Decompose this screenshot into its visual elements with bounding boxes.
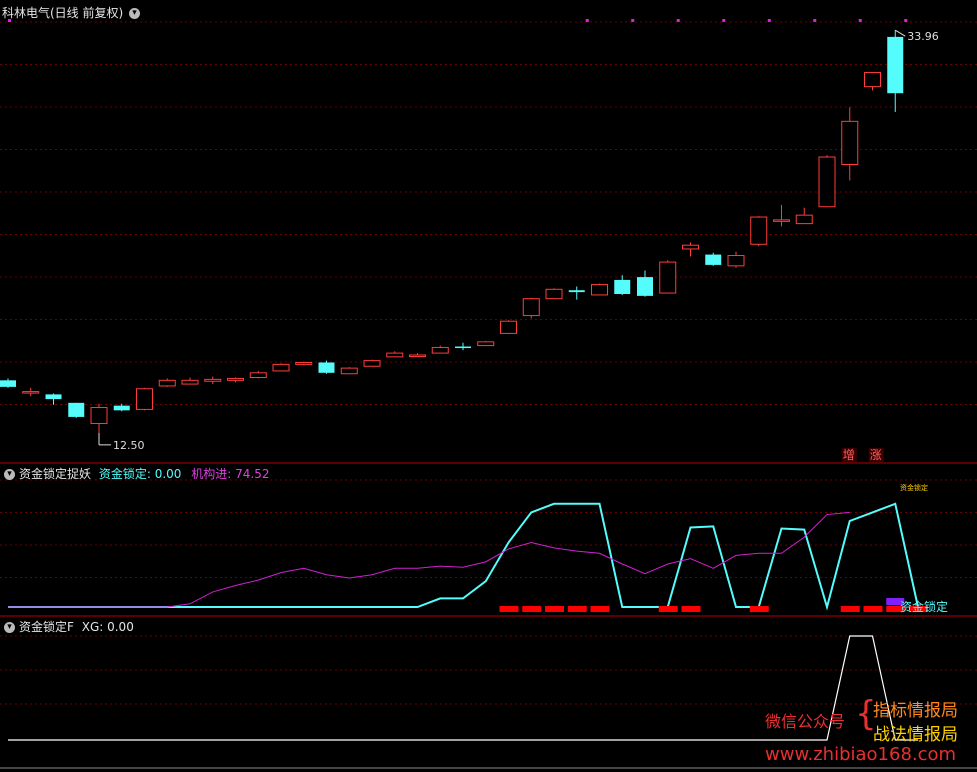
signal-dot [631,19,635,22]
candle-body-up [158,379,176,387]
candle-body-up [363,360,381,367]
signal-bar-red [749,606,769,612]
watermark-wechat: 微信公众号 [765,712,846,731]
candle-body-up [386,352,404,358]
candle-body-down [318,362,335,373]
watermark-line2: 战法情报局 [873,725,958,745]
candle-body-down [568,290,585,293]
stock-chart[interactable]: 33.9612.50增 涨资金锁定资金锁定 [0,0,977,772]
panel-menu-icon[interactable]: ▾ [129,8,141,19]
candle-body-up [249,372,267,379]
candle-body-down [614,279,631,294]
signal-bar-red [658,606,678,612]
lock-value-label: 资金锁定: 0.00 [98,467,182,481]
candle-body-up [841,120,859,166]
signal-bar-red [863,606,883,612]
signal-label: 涨 [870,447,882,462]
watermark-line1: 指标情报局 [873,701,958,721]
watermark-url: www.zhibiao168.com [765,744,957,765]
signal-dot [722,19,726,22]
candle-body-down [68,402,85,417]
candle-body-up [659,261,677,294]
candle-body-up [409,354,426,357]
indicator1-menu-icon[interactable]: ▾ [4,469,15,480]
indicator1-series-lock [8,502,919,611]
xg-value-label: XG: 0.00 [81,620,134,634]
candle-body-down [887,36,904,94]
signal-bar-red [840,606,860,612]
signal-dot [585,19,589,22]
signal-dot [676,19,680,22]
signal-bar-red [499,606,519,612]
signal-bar-red [681,606,701,612]
high-price-label: 33.96 [907,30,939,43]
candle-body-down [455,346,471,349]
candle-body-up [22,391,40,394]
candle-body-up [295,361,313,365]
signal-dot [767,19,771,22]
signal-dot [813,19,817,22]
candle-body-up [591,284,608,296]
signal-bar-red [590,606,610,612]
candle-body-up [522,298,540,317]
candle-body-up [136,388,153,410]
candle-body-up [864,72,881,88]
candle-body-up [545,288,563,300]
candle-body-up [90,407,108,424]
signal-bar-red [545,606,564,612]
low-price-label: 12.50 [113,439,145,452]
candle-body-up [682,244,699,250]
indicator2-menu-icon[interactable]: ▾ [4,622,15,633]
candle-body-down [637,277,653,296]
candle-body-up [795,214,813,225]
candle-body-up [272,363,290,372]
candle-body-up [340,367,358,375]
candle-body-up [500,320,517,334]
signal-bar-red [522,606,542,612]
candle-body-down [45,394,62,400]
candle-body-up [750,216,768,245]
candle-body-down [0,380,16,387]
candle-body-up [181,379,199,385]
candle-body-up [227,377,244,381]
candle-body-up [818,156,836,208]
indicator1-header: ▾ 资金锁定捉妖 资金锁定: 0.00 机构进: 74.52 [2,465,269,482]
high-marker-arrow [894,29,906,37]
candle-body-down [113,405,130,411]
main-panel-header: 科林电气(日线 前复权) ▾ [2,4,144,21]
signal-dot [858,19,862,22]
candle-body-up [431,346,449,354]
signal-bar-red [567,606,587,612]
candle-body-up [477,341,495,347]
main-chart-title: 科林电气(日线 前复权) [2,6,124,20]
indicator1-top-label: 资金锁定 [900,483,928,492]
indicator2-header: ▾ 资金锁定F XG: 0.00 [2,618,134,635]
candle-body-up [204,378,222,382]
indicator1-title: 资金锁定捉妖 [19,467,92,481]
indicator1-lock-end-label: 资金锁定 [900,599,948,614]
candle-body-up [773,219,790,222]
signal-dot [904,19,908,22]
candle-body-up [727,255,745,267]
signal-label: 增 [843,448,855,462]
candle-body-down [705,254,722,265]
indicator2-title: 资金锁定F [19,620,74,634]
inst-value-label: 机构进: 74.52 [191,467,270,481]
